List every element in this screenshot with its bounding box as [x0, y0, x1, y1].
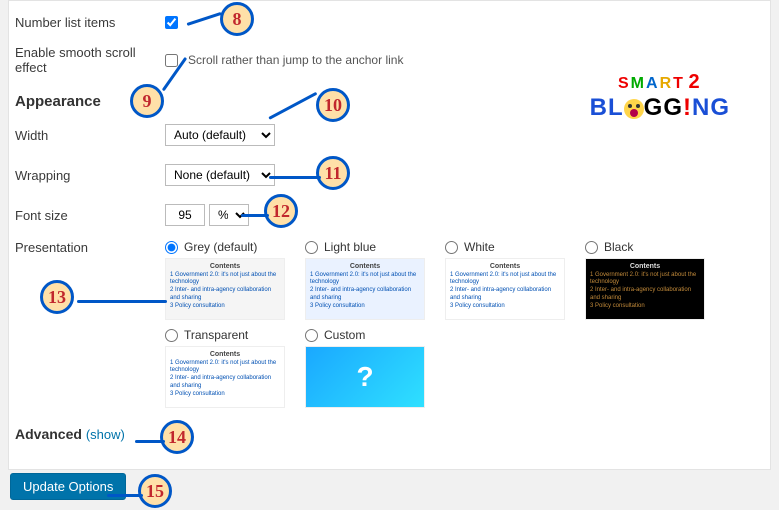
preset-custom-radio[interactable]: [305, 329, 318, 342]
callout-9: 9: [130, 84, 164, 118]
preset-white[interactable]: White Contents 1 Government 2.0: it's no…: [445, 240, 575, 320]
preset-black-label: Black: [604, 240, 633, 254]
preset-black-radio[interactable]: [585, 241, 598, 254]
preset-custom-preview: ?: [305, 346, 425, 408]
preset-grey-preview: Contents 1 Government 2.0: it's not just…: [165, 258, 285, 320]
preset-black-preview: Contents 1 Government 2.0: it's not just…: [585, 258, 705, 320]
brand-logo: SMART 2 BLGG!NG: [590, 71, 730, 122]
preset-transparent-preview: Contents 1 Government 2.0: it's not just…: [165, 346, 285, 408]
preset-lightblue-radio[interactable]: [305, 241, 318, 254]
preset-custom[interactable]: Custom ?: [305, 328, 435, 408]
callout-12: 12: [264, 194, 298, 228]
width-select[interactable]: Auto (default): [165, 124, 275, 146]
preset-white-label: White: [464, 240, 495, 254]
width-label: Width: [15, 128, 165, 143]
preset-transparent-radio[interactable]: [165, 329, 178, 342]
advanced-heading: Advanced: [15, 426, 82, 442]
fontsize-label: Font size: [15, 208, 165, 223]
callout-8: 8: [220, 2, 254, 36]
preset-grey[interactable]: Grey (default) Contents 1 Government 2.0…: [165, 240, 295, 320]
callout-11: 11: [316, 156, 350, 190]
smooth-scroll-hint: Scroll rather than jump to the anchor li…: [188, 53, 403, 67]
wrapping-select[interactable]: None (default): [165, 164, 275, 186]
number-list-checkbox[interactable]: [165, 16, 178, 29]
wrapping-label: Wrapping: [15, 168, 165, 183]
preset-lightblue[interactable]: Light blue Contents 1 Government 2.0: it…: [305, 240, 435, 320]
number-list-label: Number list items: [15, 15, 165, 30]
fontsize-input[interactable]: [165, 204, 205, 226]
callout-15: 15: [138, 474, 172, 508]
smooth-scroll-checkbox[interactable]: [165, 54, 178, 67]
preset-transparent-label: Transparent: [184, 328, 248, 342]
preset-custom-label: Custom: [324, 328, 365, 342]
presentation-label: Presentation: [15, 240, 165, 255]
preset-black[interactable]: Black Contents 1 Government 2.0: it's no…: [585, 240, 715, 320]
preset-grey-radio[interactable]: [165, 241, 178, 254]
smooth-scroll-label: Enable smooth scroll effect: [15, 45, 165, 75]
preset-transparent[interactable]: Transparent Contents 1 Government 2.0: i…: [165, 328, 295, 408]
preset-white-preview: Contents 1 Government 2.0: it's not just…: [445, 258, 565, 320]
callout-10: 10: [316, 88, 350, 122]
preset-lightblue-label: Light blue: [324, 240, 376, 254]
callout-14: 14: [160, 420, 194, 454]
preset-white-radio[interactable]: [445, 241, 458, 254]
preset-lightblue-preview: Contents 1 Government 2.0: it's not just…: [305, 258, 425, 320]
callout-13: 13: [40, 280, 74, 314]
preset-grey-label: Grey (default): [184, 240, 257, 254]
advanced-show-link[interactable]: (show): [86, 427, 125, 442]
